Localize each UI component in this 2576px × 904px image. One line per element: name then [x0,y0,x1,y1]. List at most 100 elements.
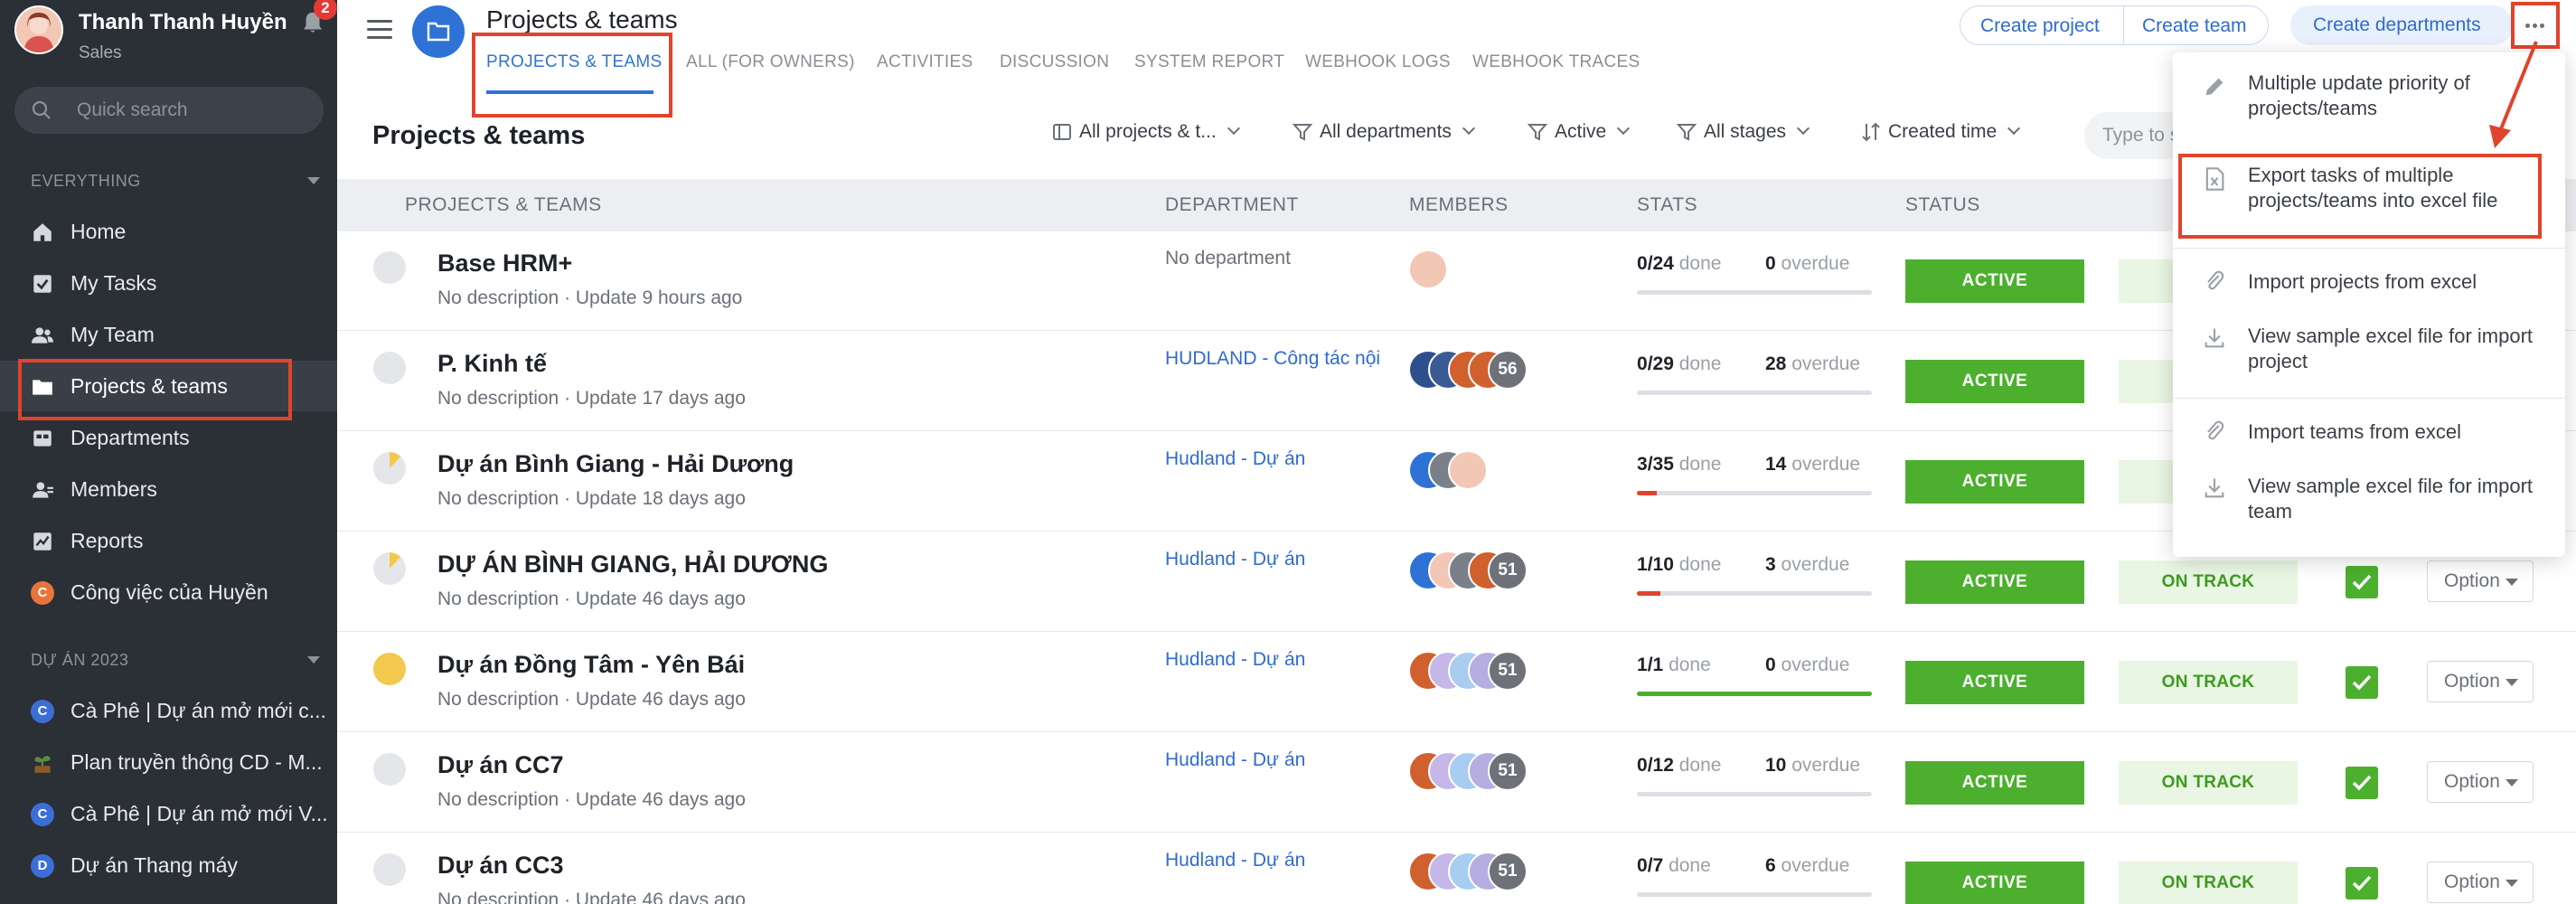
tab-webhook-traces[interactable]: WEBHOOK TRACES [1472,52,1640,72]
chart-icon [33,532,52,551]
tab-webhook-logs[interactable]: WEBHOOK LOGS [1305,52,1451,72]
sidebar-project-item[interactable]: C Cà Phê | Dự án mở mới V... [0,788,337,839]
option-dropdown[interactable]: Option [2427,761,2534,803]
sidebar-project-item[interactable]: C Cà Phê | Dự án mở mới c... [0,685,337,736]
quick-search-input[interactable]: Quick search [14,87,324,134]
menu-item-export-excel[interactable]: Export tasks of multiple projects/teams … [2173,155,2565,237]
sidebar-item-reports[interactable]: Reports [0,515,337,566]
priority-indicator[interactable] [373,753,406,786]
page-title: Projects & teams [486,5,678,33]
select-checkbox[interactable] [2346,566,2378,598]
priority-indicator[interactable] [373,552,406,585]
sidebar-item-home[interactable]: Home [0,206,337,257]
sort-created-time[interactable]: Created time [1861,121,2021,143]
stage-badge-partial[interactable] [2119,259,2173,303]
sidebar-item-cong-viec[interactable]: C Công việc của Huyền [0,567,337,617]
status-button[interactable]: ACTIVE [1905,259,2084,303]
option-dropdown[interactable]: Option [2427,560,2534,602]
overdue-label: overdue [1791,353,1861,374]
select-checkbox[interactable] [2346,867,2378,899]
project-description: No description · Update 46 days ago [437,789,746,810]
project-name[interactable]: Dự án Bình Giang - Hải Dương [437,450,794,478]
stage-badge[interactable]: ON TRACK [2119,862,2298,904]
stage-badge[interactable]: ON TRACK [2119,661,2298,704]
member-avatar[interactable] [1448,450,1488,490]
table-row[interactable]: Dự án CC3 No description · Update 46 day… [337,833,2576,904]
table-row[interactable]: Dự án Đồng Tâm - Yên Bái No description … [337,633,2576,732]
tab-system-report[interactable]: SYSTEM REPORT [1134,52,1284,72]
stage-badge[interactable]: ON TRACK [2119,761,2298,805]
filter-projects-teams[interactable]: All projects & t... [1052,121,1240,143]
members-count-badge[interactable]: 51 [1488,551,1528,590]
filter-label: Created time [1888,121,1998,142]
menu-toggle-icon[interactable] [367,20,392,42]
status-button[interactable]: ACTIVE [1905,360,2084,403]
menu-item-sample-team[interactable]: View sample excel file for import team [2173,466,2565,548]
table-row[interactable]: Dự án CC7 No description · Update 46 day… [337,733,2576,833]
sidebar-item-members[interactable]: Members [0,464,337,514]
sidebar-item-my-team[interactable]: My Team [0,309,337,360]
project-name[interactable]: Dự án CC3 [437,852,564,880]
project-name[interactable]: P. Kinh tế [437,350,547,378]
members-count-badge[interactable]: 56 [1488,350,1528,390]
status-button[interactable]: ACTIVE [1905,761,2084,805]
project-department[interactable]: Hudland - Dự án [1165,448,1305,470]
sidebar-item-my-tasks[interactable]: My Tasks [0,258,337,308]
stage-badge[interactable]: ON TRACK [2119,560,2298,604]
members-count-badge[interactable]: 51 [1488,751,1528,791]
status-button[interactable]: ACTIVE [1905,560,2084,604]
filter-stages[interactable]: All stages [1677,121,1810,143]
option-dropdown[interactable]: Option [2427,862,2534,903]
project-department[interactable]: Hudland - Dự án [1165,850,1305,871]
menu-item-import-teams[interactable]: Import teams from excel [2173,407,2565,463]
stat-overdue: 3 overdue [1765,554,1849,576]
tab-discussion[interactable]: DISCUSSION [1000,52,1109,72]
create-project-button[interactable]: Create project [1980,15,2100,37]
tab-projects-teams[interactable]: PROJECTS & TEAMS [486,52,662,72]
priority-indicator[interactable] [373,653,406,685]
project-name[interactable]: DỰ ÁN BÌNH GIANG, HẢI DƯƠNG [437,551,828,579]
sidebar-item-projects-teams[interactable]: Projects & teams [0,361,337,411]
project-department[interactable]: Hudland - Dự án [1165,649,1305,671]
sidebar-item-label: Departments [71,426,190,449]
done-count: 0 [1637,755,1648,776]
stage-badge-partial[interactable] [2119,360,2173,403]
tab-activities[interactable]: ACTIVITIES [877,52,973,72]
project-department[interactable]: Hudland - Dự án [1165,749,1305,771]
priority-indicator[interactable] [373,853,406,886]
status-button[interactable]: ACTIVE [1905,460,2084,504]
members-count-badge[interactable]: 51 [1488,852,1528,891]
user-profile[interactable]: Thanh Thanh Huyền Sales 2 [14,0,337,62]
filter-status[interactable]: Active [1528,121,1631,143]
select-checkbox[interactable] [2346,666,2378,699]
project-name[interactable]: Dự án CC7 [437,751,564,779]
member-avatar[interactable] [1408,250,1448,289]
sidebar-project-item[interactable]: D Dự án Thang máy [0,840,337,890]
project-department[interactable]: HUDLAND - Công tác nội [1165,348,1380,370]
select-checkbox[interactable] [2346,767,2378,799]
column-header-status: STATUS [1905,194,1980,215]
priority-indicator[interactable] [373,352,406,384]
menu-item-import-projects[interactable]: Import projects from excel [2173,257,2565,313]
members-count-badge[interactable]: 51 [1488,651,1528,691]
create-team-button[interactable]: Create team [2142,15,2247,37]
project-department[interactable]: Hudland - Dự án [1165,549,1305,570]
user-avatar[interactable] [14,5,63,54]
team-icon [32,327,53,344]
tab-all-for-owners[interactable]: ALL (FOR OWNERS) [686,52,855,72]
project-name[interactable]: Base HRM+ [437,250,572,278]
filter-departments[interactable]: All departments [1293,121,1475,143]
status-button[interactable]: ACTIVE [1905,661,2084,704]
stage-badge-partial[interactable] [2119,460,2173,504]
menu-item-sample-project[interactable]: View sample excel file for import projec… [2173,316,2565,398]
project-name[interactable]: Dự án Đồng Tâm - Yên Bái [437,651,745,679]
priority-indicator[interactable] [373,251,406,284]
option-dropdown[interactable]: Option [2427,661,2534,702]
departments-icon [33,430,52,447]
sidebar-project-item[interactable]: Plan truyền thông CD - M... [0,737,337,787]
section-collapse-icon[interactable] [307,177,320,184]
priority-indicator[interactable] [373,452,406,485]
status-button[interactable]: ACTIVE [1905,862,2084,904]
sidebar-item-departments[interactable]: Departments [0,412,337,463]
section-collapse-icon[interactable] [307,656,320,664]
